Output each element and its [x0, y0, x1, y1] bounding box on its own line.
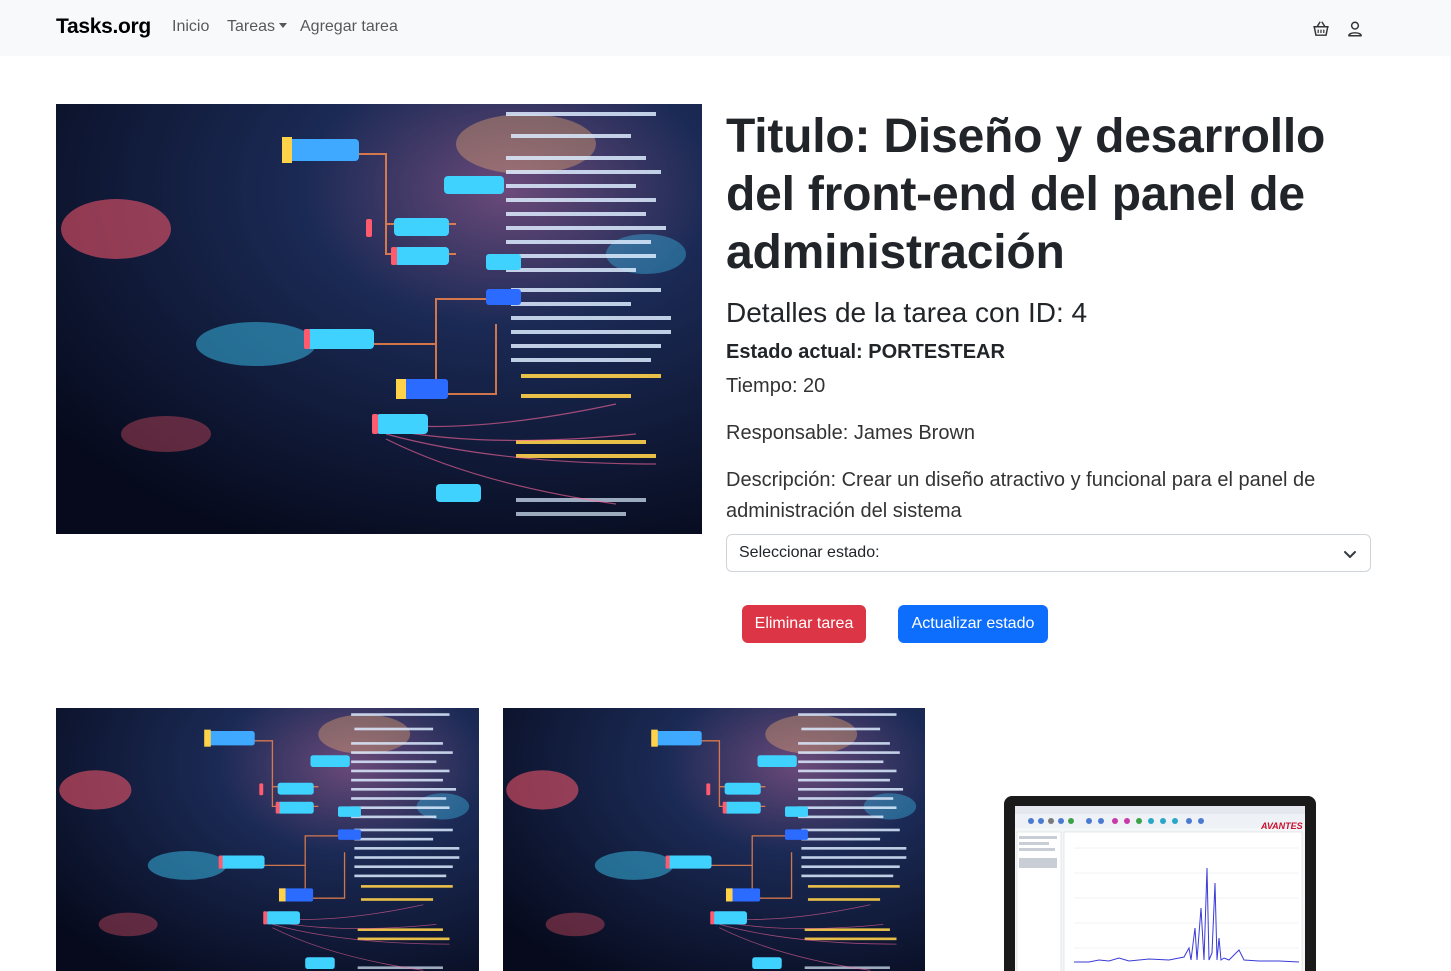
update-status-button[interactable]: Actualizar estado [898, 605, 1048, 643]
task-descripcion: Descripción: Crear un diseño atractivo y… [726, 469, 1316, 522]
task-tiempo: Tiempo: 20 [726, 375, 826, 397]
code-network-image [56, 104, 702, 534]
task-subtitle: Detalles de la tarea con ID: 4 [726, 297, 1088, 328]
person-icon[interactable] [1346, 20, 1364, 38]
task-estado: Estado actual: PORTESTEAR [726, 341, 1005, 363]
estado-select-value: Seleccionar estado: [739, 544, 880, 561]
card-image-2[interactable] [503, 708, 925, 971]
brand-logo[interactable]: Tasks.org [56, 15, 151, 39]
code-network-image [56, 708, 479, 971]
nav-dropdown-tareas[interactable]: Tareas [227, 18, 288, 36]
card-image-3[interactable]: AVANTES [949, 708, 1371, 971]
laptop-spectrometer-image: AVANTES [1004, 796, 1316, 971]
delete-task-button[interactable]: Eliminar tarea [742, 605, 866, 643]
caret-down-icon [279, 23, 288, 28]
basket-icon[interactable] [1312, 20, 1330, 38]
nav-link-inicio[interactable]: Inicio [172, 18, 209, 36]
card-image-1[interactable] [56, 708, 479, 971]
code-network-image [503, 708, 925, 971]
laptop-brand-text: AVANTES [1260, 821, 1303, 831]
navbar: Tasks.org Inicio Tareas Agregar tarea [0, 0, 1451, 56]
nav-dropdown-tareas-label: Tareas [227, 18, 276, 35]
task-responsable: Responsable: James Brown [726, 422, 976, 444]
estado-select[interactable]: Seleccionar estado: [726, 534, 1371, 572]
nav-link-agregar-tarea[interactable]: Agregar tarea [300, 18, 398, 36]
task-details: Titulo: Diseño y desarrollo del front-en… [726, 104, 1372, 527]
task-hero-image [56, 104, 702, 534]
task-title: Titulo: Diseño y desarrollo del front-en… [726, 110, 1326, 279]
chevron-down-icon [1344, 551, 1356, 558]
